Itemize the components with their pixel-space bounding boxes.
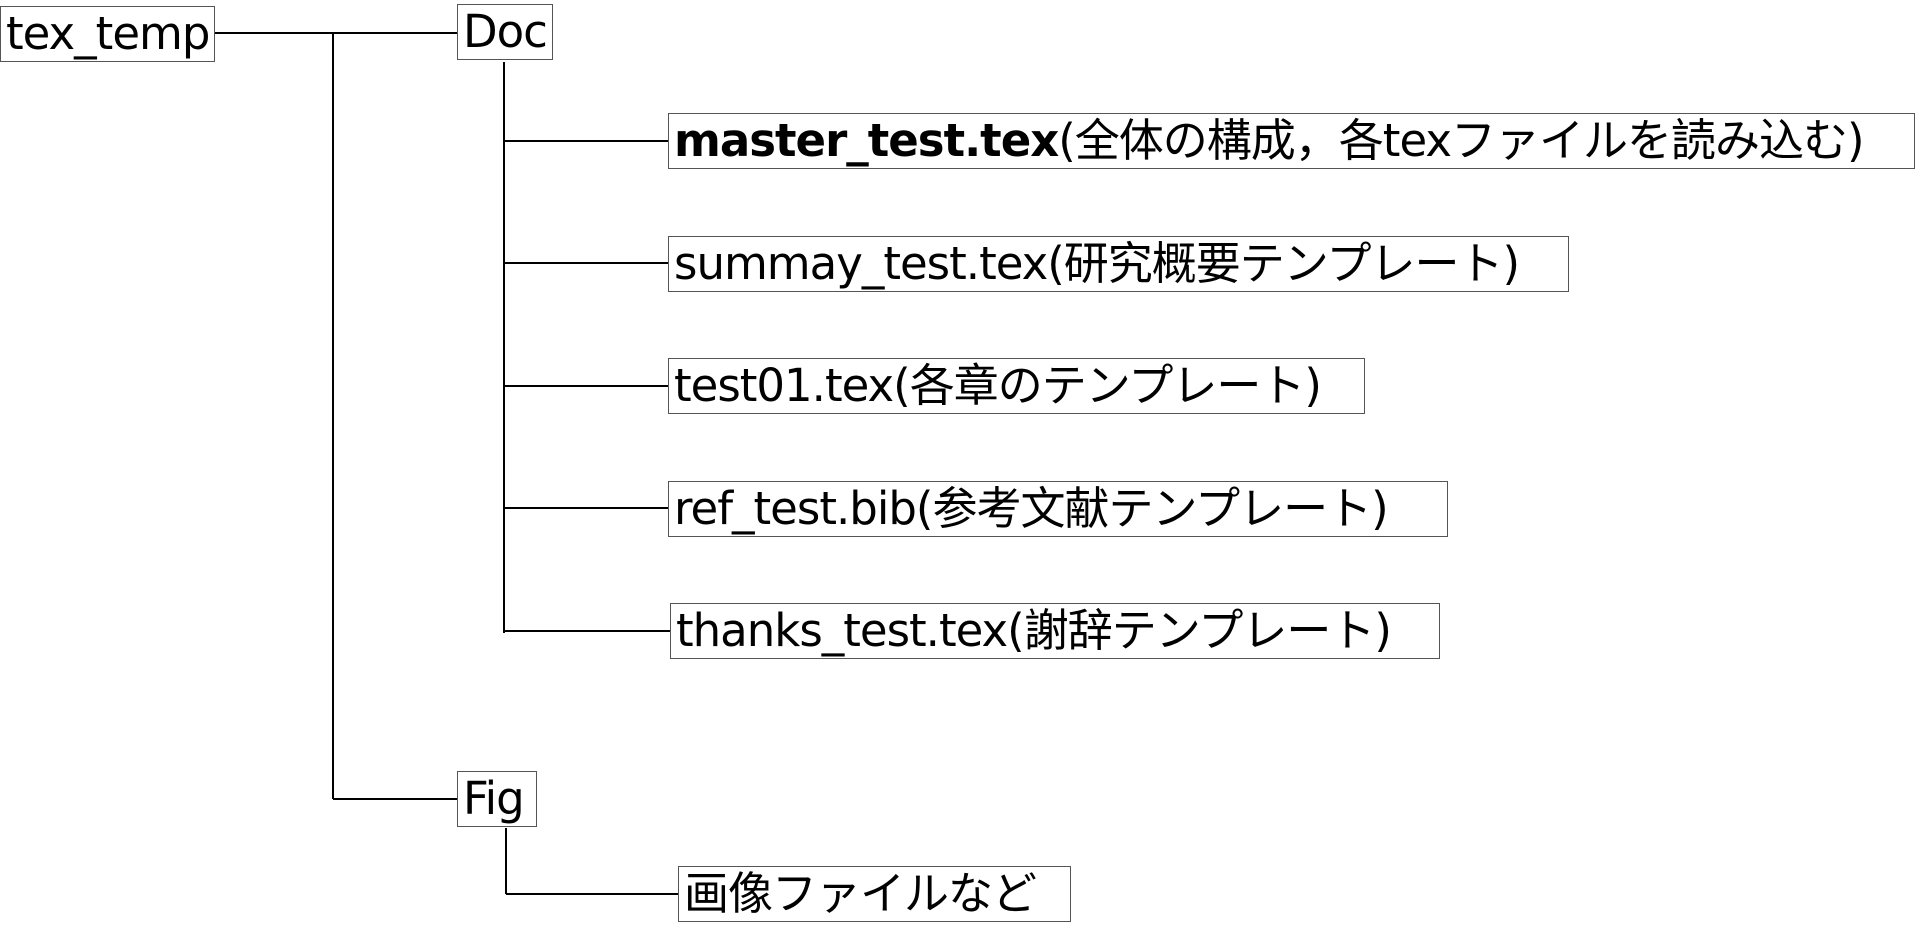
- file-name: test01.tex: [674, 359, 894, 412]
- file-name: summay_test.tex: [674, 237, 1048, 290]
- file-name: thanks_test.tex: [676, 604, 1008, 657]
- file-node-chapter: test01.tex(各章のテンプレート): [668, 358, 1365, 414]
- file-node-images: 画像ファイルなど: [678, 866, 1071, 922]
- file-note: (各章のテンプレート): [893, 359, 1322, 412]
- file-node-master: master_test.tex(全体の構成，各texファイルを読み込む): [668, 113, 1915, 169]
- file-note: (研究概要テンプレート): [1047, 237, 1520, 290]
- file-note: (参考文献テンプレート): [915, 482, 1389, 535]
- file-note: (全体の構成，各texファイルを読み込む): [1058, 114, 1864, 167]
- file-name: ref_test.bib: [674, 482, 917, 535]
- folder-label-doc: Doc: [463, 5, 548, 58]
- file-note: (謝辞テンプレート): [1007, 604, 1392, 657]
- folder-label-root: tex_temp: [6, 7, 210, 60]
- file-node-references: ref_test.bib(参考文献テンプレート): [668, 481, 1448, 537]
- folder-node-fig: Fig: [457, 771, 537, 827]
- file-node-thanks: thanks_test.tex(謝辞テンプレート): [670, 603, 1440, 659]
- file-name: master_test.tex: [674, 114, 1059, 167]
- folder-node-doc: Doc: [457, 4, 553, 60]
- file-node-summary: summay_test.tex(研究概要テンプレート): [668, 236, 1569, 292]
- file-name: 画像ファイルなど: [684, 867, 1037, 920]
- folder-node-root: tex_temp: [0, 6, 215, 62]
- folder-label-fig: Fig: [463, 772, 525, 825]
